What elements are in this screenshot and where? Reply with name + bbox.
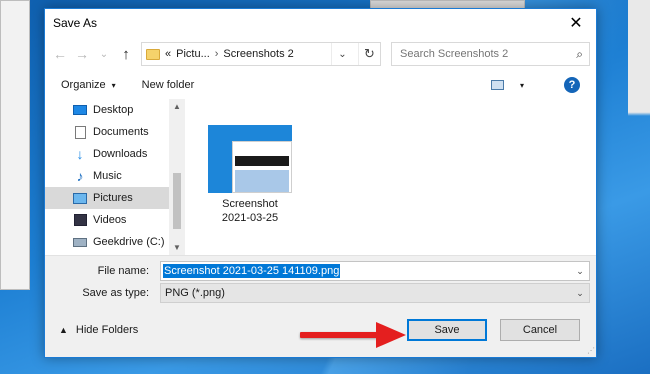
sidebar-item-downloads[interactable]: ↓ Downloads (45, 143, 185, 165)
red-arrow-annotation (300, 322, 406, 348)
back-arrow-icon[interactable]: ← (51, 43, 69, 65)
new-folder-button[interactable]: New folder (142, 79, 195, 91)
file-name-row: File name: Screenshot 2021-03-25 141109.… (45, 261, 596, 281)
cancel-button[interactable]: Cancel (500, 319, 580, 341)
breadcrumb-pictures[interactable]: Pictu... (176, 48, 210, 60)
change-view-button[interactable]: ▾ (490, 80, 524, 90)
sidebar-scrollbar[interactable]: ▲ ▼ (169, 99, 185, 255)
sidebar-item-geekdrive[interactable]: Geekdrive (C:) (45, 231, 185, 253)
sidebar-item-label: Downloads (93, 148, 148, 160)
browse-area: Desktop Documents ↓ Downloads ♪ Music Pi… (45, 99, 596, 255)
view-options-icon (490, 80, 504, 90)
address-bar[interactable]: « Pictu... › Screenshots 2 ⌄ ↻ (141, 42, 381, 66)
breadcrumb-screenshots-2[interactable]: Screenshots 2 (223, 48, 293, 60)
file-name-label: File name: (97, 265, 149, 277)
navigation-pane: Desktop Documents ↓ Downloads ♪ Music Pi… (45, 99, 185, 255)
scrollbar-thumb[interactable] (173, 173, 181, 229)
organize-label: Organize (61, 79, 106, 91)
save-type-value: PNG (*.png) (165, 287, 225, 299)
sidebar-item-label: Pictures (93, 192, 133, 204)
chevron-down-icon[interactable]: ⌄ (571, 266, 589, 277)
sidebar-item-label: Videos (93, 214, 127, 226)
chevron-down-icon: ▾ (111, 80, 116, 90)
scroll-down-icon[interactable]: ▼ (169, 243, 185, 252)
organize-button[interactable]: Organize ▾ (61, 79, 116, 91)
sidebar-item-label: Music (93, 170, 122, 182)
resize-grip-icon[interactable]: ⋰ (587, 346, 595, 355)
sidebar-item-desktop[interactable]: Desktop (45, 99, 185, 121)
save-fields: File name: Screenshot 2021-03-25 141109.… (45, 255, 596, 303)
refresh-icon[interactable]: ↻ (358, 43, 380, 65)
dialog-title: Save As (53, 16, 98, 30)
sidebar-item-label: Desktop (93, 104, 134, 116)
file-item[interactable]: Screenshot 2021-03-25 (205, 125, 295, 225)
breadcrumb-separator-icon[interactable]: › (215, 48, 219, 60)
background-window-right (620, 0, 650, 374)
chevron-down-icon[interactable]: ⌄ (571, 288, 589, 299)
save-type-row: Save as type: PNG (*.png) ⌄ (45, 283, 596, 303)
sidebar-item-label: Documents (93, 126, 149, 138)
sidebar-item-music[interactable]: ♪ Music (45, 165, 185, 187)
file-name-field[interactable]: Screenshot 2021-03-25 141109.png ⌄ (160, 261, 590, 281)
search-box[interactable]: ⌕ (391, 42, 590, 66)
desktop-icon (73, 105, 87, 115)
documents-icon (74, 125, 86, 139)
save-type-label: Save as type: (82, 287, 149, 299)
pictures-icon (73, 192, 87, 204)
search-icon[interactable]: ⌕ (576, 47, 583, 62)
scroll-up-icon[interactable]: ▲ (169, 102, 185, 111)
title-bar: Save As ✕ (45, 9, 596, 37)
downloads-icon: ↓ (76, 146, 84, 162)
close-icon[interactable]: ✕ (556, 9, 596, 37)
address-dropdown-icon[interactable]: ⌄ (331, 43, 353, 65)
file-name-label: Screenshot 2021-03-25 (221, 198, 279, 224)
background-window-left (0, 0, 30, 290)
chevron-up-icon: ▲ (59, 325, 68, 335)
save-button[interactable]: Save (407, 319, 487, 341)
sidebar-item-videos[interactable]: Videos (45, 209, 185, 231)
save-as-dialog: Save As ✕ ← → ⌄ ↑ « Pictu... › Screensho… (44, 8, 597, 358)
help-icon[interactable]: ? (564, 77, 580, 93)
breadcrumb-overflow[interactable]: « (165, 48, 171, 60)
image-thumbnail (208, 125, 292, 193)
videos-icon (73, 214, 87, 226)
address-row: ← → ⌄ ↑ « Pictu... › Screenshots 2 ⌄ ↻ ⌕ (45, 37, 596, 71)
search-input[interactable] (398, 47, 577, 61)
recent-locations-chevron-icon[interactable]: ⌄ (95, 43, 113, 65)
drive-icon (73, 237, 87, 247)
sidebar-item-label: Geekdrive (C:) (93, 236, 165, 248)
save-type-select[interactable]: PNG (*.png) ⌄ (160, 283, 590, 303)
forward-arrow-icon[interactable]: → (73, 43, 91, 65)
sidebar-item-documents[interactable]: Documents (45, 121, 185, 143)
file-list: Screenshot 2021-03-25 (185, 99, 596, 255)
command-bar: Organize ▾ New folder ▾ ? (45, 71, 596, 99)
hide-folders-button[interactable]: ▲ Hide Folders (59, 324, 138, 336)
up-arrow-icon[interactable]: ↑ (117, 43, 135, 65)
file-name-value[interactable]: Screenshot 2021-03-25 141109.png (163, 264, 341, 278)
chevron-down-icon: ▾ (519, 80, 524, 90)
music-icon: ♪ (76, 168, 84, 184)
sidebar-item-pictures[interactable]: Pictures (45, 187, 185, 209)
hide-folders-label: Hide Folders (75, 324, 139, 336)
folder-icon (146, 48, 160, 60)
